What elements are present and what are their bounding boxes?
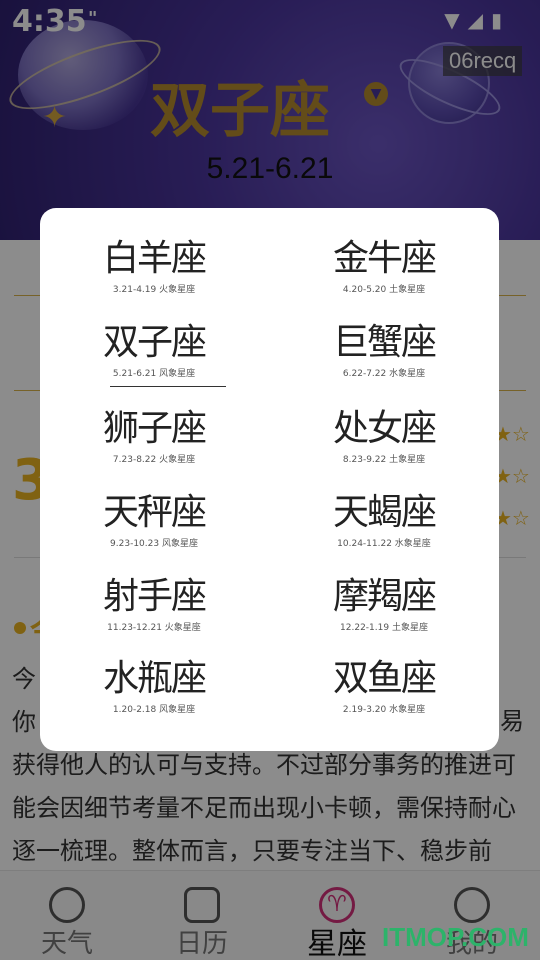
zodiac-option-scorpio[interactable]: 天蝎座 10.24-11.22 水象星座 bbox=[284, 488, 484, 572]
zodiac-name: 白羊座 bbox=[102, 238, 207, 279]
zodiac-info: 9.23-10.23 风象星座 bbox=[110, 539, 198, 549]
zodiac-option-aquarius[interactable]: 水瓶座 1.20-2.18 风象星座 bbox=[54, 654, 254, 738]
zodiac-info: 4.20-5.20 土象星座 bbox=[342, 285, 426, 295]
zodiac-info: 5.21-6.21 风象星座 bbox=[112, 369, 196, 379]
watermark-logo: ITMOP.COM bbox=[382, 922, 529, 952]
zodiac-name: 双子座 bbox=[102, 322, 207, 363]
zodiac-name: 巨蟹座 bbox=[332, 322, 437, 363]
zodiac-option-gemini[interactable]: 双子座 5.21-6.21 风象星座 bbox=[54, 318, 254, 402]
selected-underline bbox=[110, 386, 226, 387]
zodiac-option-taurus[interactable]: 金牛座 4.20-5.20 土象星座 bbox=[284, 234, 484, 318]
zodiac-info: 10.24-11.22 水象星座 bbox=[337, 539, 431, 549]
zodiac-picker-dialog: 白羊座 3.21-4.19 火象星座 金牛座 4.20-5.20 土象星座 双子… bbox=[40, 208, 499, 751]
zodiac-info: 12.22-1.19 土象星座 bbox=[340, 623, 428, 633]
zodiac-option-capricorn[interactable]: 摩羯座 12.22-1.19 土象星座 bbox=[284, 572, 484, 656]
zodiac-info: 11.23-12.21 火象星座 bbox=[107, 623, 201, 633]
zodiac-option-virgo[interactable]: 处女座 8.23-9.22 土象星座 bbox=[284, 404, 484, 488]
zodiac-info: 1.20-2.18 风象星座 bbox=[112, 705, 196, 715]
zodiac-info: 7.23-8.22 火象星座 bbox=[112, 455, 196, 465]
zodiac-name: 摩羯座 bbox=[332, 576, 437, 617]
zodiac-option-aries[interactable]: 白羊座 3.21-4.19 火象星座 bbox=[54, 234, 254, 318]
zodiac-info: 6.22-7.22 水象星座 bbox=[342, 369, 426, 379]
zodiac-option-pisces[interactable]: 双鱼座 2.19-3.20 水象星座 bbox=[284, 654, 484, 738]
zodiac-info: 8.23-9.22 土象星座 bbox=[342, 455, 426, 465]
zodiac-name: 双鱼座 bbox=[332, 658, 437, 699]
zodiac-info: 2.19-3.20 水象星座 bbox=[342, 705, 426, 715]
zodiac-name: 天蝎座 bbox=[332, 492, 437, 533]
zodiac-info: 3.21-4.19 火象星座 bbox=[112, 285, 196, 295]
zodiac-name: 狮子座 bbox=[102, 408, 207, 449]
zodiac-option-leo[interactable]: 狮子座 7.23-8.22 火象星座 bbox=[54, 404, 254, 488]
zodiac-option-cancer[interactable]: 巨蟹座 6.22-7.22 水象星座 bbox=[284, 318, 484, 402]
zodiac-name: 金牛座 bbox=[332, 238, 437, 279]
zodiac-name: 水瓶座 bbox=[102, 658, 207, 699]
zodiac-option-sagittarius[interactable]: 射手座 11.23-12.21 火象星座 bbox=[54, 572, 254, 656]
zodiac-name: 天秤座 bbox=[102, 492, 207, 533]
zodiac-option-libra[interactable]: 天秤座 9.23-10.23 风象星座 bbox=[54, 488, 254, 572]
zodiac-name: 处女座 bbox=[332, 408, 437, 449]
zodiac-name: 射手座 bbox=[102, 576, 207, 617]
